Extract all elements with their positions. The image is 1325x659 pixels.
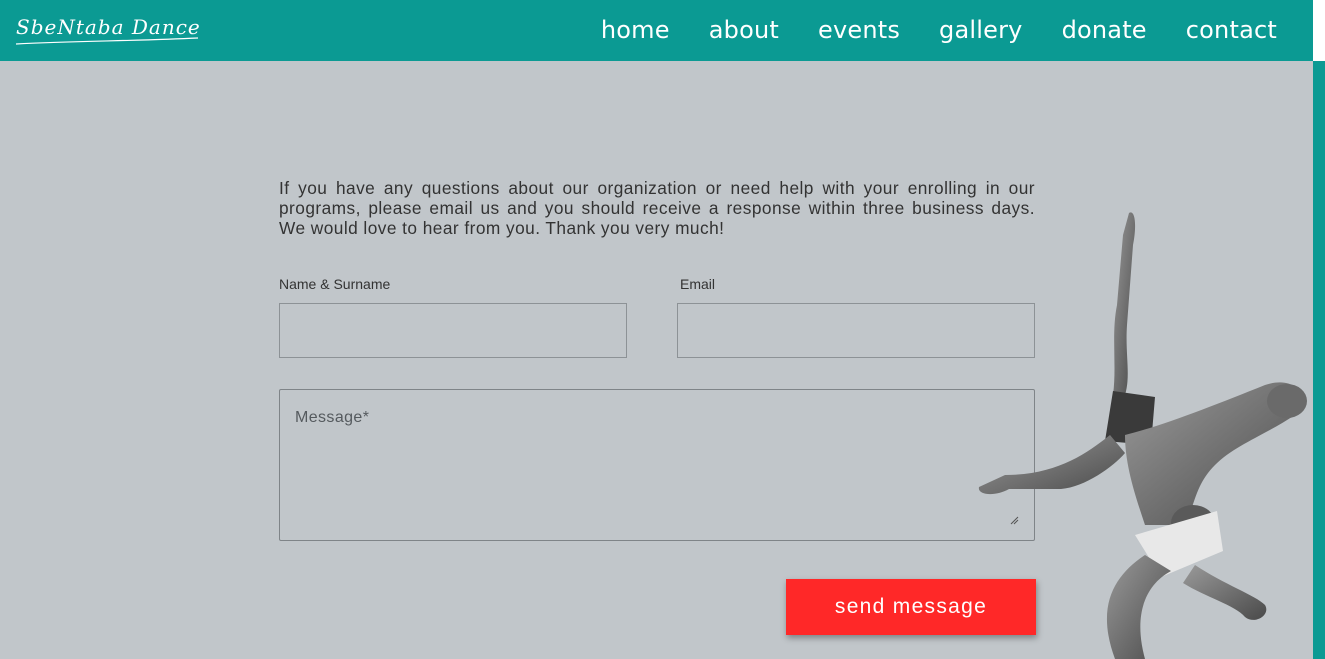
message-placeholder: Message* — [295, 409, 370, 426]
message-field[interactable]: Message* — [279, 389, 1035, 541]
nav-donate[interactable]: donate — [1062, 14, 1147, 46]
header-bar: SbeNtaba Dance home about events gallery… — [0, 0, 1313, 61]
scrollbar[interactable] — [1313, 61, 1325, 659]
logo[interactable]: SbeNtaba Dance — [14, 8, 200, 48]
name-field[interactable] — [279, 303, 627, 358]
name-label: Name & Surname — [279, 276, 391, 292]
nav-home[interactable]: home — [601, 14, 670, 46]
scrollbar-track-top — [1313, 0, 1325, 61]
nav-about[interactable]: about — [709, 14, 779, 46]
email-label: Email — [680, 276, 716, 292]
contact-intro: If you have any questions about our orga… — [279, 178, 1035, 238]
dancers-photo — [978, 212, 1307, 659]
nav-events[interactable]: events — [818, 14, 900, 46]
logo-text: SbeNtaba Dance — [16, 15, 200, 39]
main-nav: home about events gallery donate contact — [562, 14, 1277, 46]
nav-contact[interactable]: contact — [1186, 14, 1277, 46]
nav-gallery[interactable]: gallery — [939, 14, 1023, 46]
